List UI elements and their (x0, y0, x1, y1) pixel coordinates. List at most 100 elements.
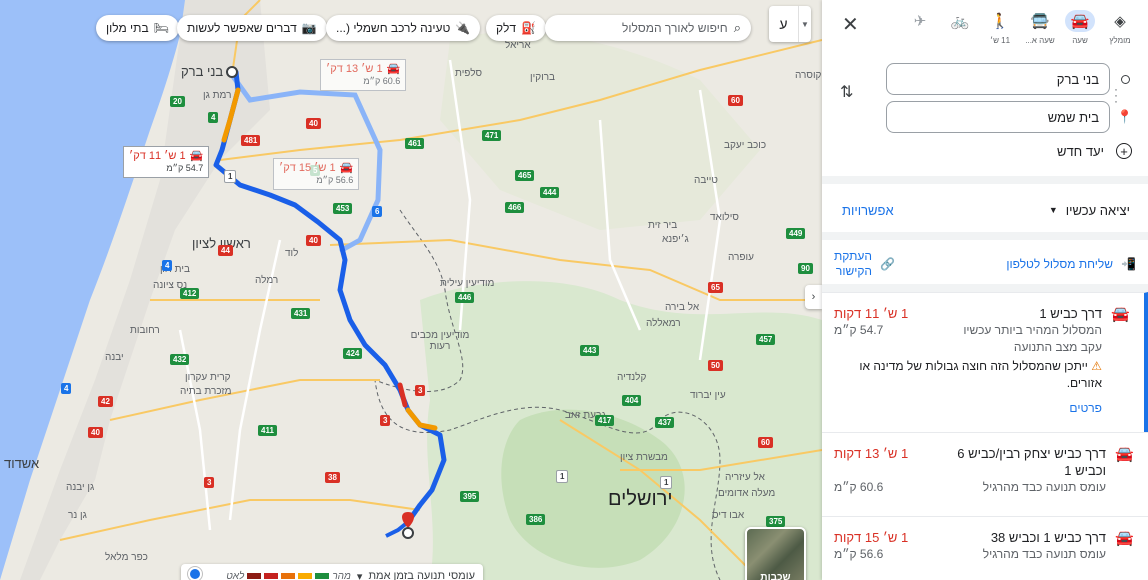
road-shield: 466 (505, 202, 525, 213)
traffic-swatch-yellow (298, 573, 313, 579)
route-subtitle: המסלול המהיר ביותר עכשיו עקב מצב התנועה (963, 323, 1102, 354)
close-directions-button[interactable]: ✕ (842, 12, 859, 37)
destination-input[interactable]: בית שמש (886, 101, 1110, 133)
place-kiryat-ekron: קרית עקרון (185, 372, 231, 383)
copy-link-line1: העתקת (834, 249, 873, 263)
road-shield: 20 (170, 96, 185, 107)
place-gan-yavne: גן יבנה (66, 482, 95, 493)
add-destination-label: יעד חדש (1056, 143, 1104, 159)
place-kfar-saba: קוסרה (795, 70, 822, 81)
close-icon: ✕ (842, 14, 859, 36)
traffic-layer-bar[interactable]: עומסי תנועה בזמן אמת ▾ מהר לאט (181, 564, 483, 580)
road-shield: 443 (580, 345, 600, 356)
place-gan-ner: גן נר (68, 510, 87, 521)
place-lod: לוד (285, 248, 299, 259)
road-shield: 1 (556, 470, 569, 483)
camera-icon: 📷 (301, 21, 317, 35)
mode-walking[interactable]: 🚶 11 ש׳ (980, 10, 1020, 45)
add-destination-button[interactable]: + יעד חדש (1057, 143, 1132, 159)
callout-distance: 60.6 ק״מ (363, 76, 401, 86)
traffic-swatch-orange (281, 573, 296, 579)
traffic-fast-label: מהר (332, 570, 351, 580)
mode-driving[interactable]: 🚘 שעה (1060, 10, 1100, 45)
route-options-button[interactable]: אפשרויות (842, 203, 894, 218)
layers-button[interactable]: שכבות (745, 527, 806, 580)
directions-diamond-icon: ◈ (1114, 13, 1126, 30)
copy-link-button[interactable]: 🔗 העתקת הקישור (834, 249, 895, 279)
bike-icon: 🚲 (950, 13, 970, 30)
chip-things-to-do[interactable]: 📷 דברים שאפשר לעשות (177, 15, 327, 41)
road-shield: 4 (162, 260, 173, 271)
route-option[interactable]: 🚘 דרך כביש 1 1 ש׳ 11 דקות המסלול המהיר ב… (822, 292, 1148, 432)
route-search-input[interactable]: ⌕ חיפוש לאורך המסלול (545, 15, 751, 41)
leave-now-dropdown[interactable]: יציאה עכשיו ▼ (1049, 203, 1130, 218)
road-shield: 60 (728, 95, 743, 106)
mode-recommended[interactable]: ◈ מומלץ (1100, 10, 1140, 45)
mode-flights[interactable]: ✈ (900, 10, 940, 32)
place-ramallah: רמאללה (646, 318, 681, 329)
road-shield: 44 (218, 245, 233, 256)
traffic-swatch-green (315, 573, 330, 579)
link-icon: 🔗 (880, 256, 895, 271)
chip-ev-charging[interactable]: 🔌 טעינה לרכב חשמלי (... (326, 15, 481, 41)
road-shield: 386 (526, 514, 546, 525)
road-shield: 481 (241, 135, 261, 146)
place-bnei-brak: בני ברק (181, 64, 224, 79)
route-subtitle: עומס תנועה כבד מהרגיל (982, 480, 1106, 494)
car-icon: 🚘 (386, 63, 401, 75)
road-shield: 395 (460, 491, 480, 502)
chevron-down-icon: ▼ (801, 19, 809, 29)
mode-label: 11 ש׳ (989, 36, 1011, 45)
route-distance: 60.6 ק״מ (834, 480, 884, 494)
origin-input[interactable]: בני ברק (886, 63, 1110, 95)
road-shield: 449 (786, 228, 806, 239)
place-ramat-gan: רמת גן (203, 90, 232, 101)
road-shield: 417 (595, 415, 615, 426)
place-bir-zeit: ביר זית (648, 220, 678, 231)
fuel-icon: ⛽ (520, 21, 536, 35)
route-time: 1 ש׳ 13 דקות (834, 446, 909, 461)
road-shield: 3 (415, 385, 426, 396)
divider (822, 284, 1148, 292)
route-option[interactable]: 🚘 דרך כביש 1 וכביש 38 1 ש׳ 15 דקות עומס … (822, 516, 1148, 580)
road-shield: 404 (622, 395, 642, 406)
map-canvas[interactable]: בני ברק רמת גן ראשון לציון ירושלים אשדוד… (0, 0, 822, 580)
traffic-swatch-darkred (247, 573, 262, 579)
collapse-panel-button[interactable]: › (805, 285, 822, 309)
route-option[interactable]: 🚘 דרך כביש יצחק רבין/כביש 6 וכביש 1 1 ש׳… (822, 432, 1148, 516)
dropdown-arrow-icon: ▼ (1048, 205, 1058, 215)
route-time: 1 ש׳ 15 דקות (834, 530, 909, 545)
send-to-phone-button[interactable]: 📲 שליחת מסלול לטלפון (1006, 257, 1136, 271)
mode-label: שעה א... (1025, 36, 1055, 45)
departure-options-row: יציאה עכשיו ▼ אפשרויות (822, 190, 1148, 230)
chip-fuel[interactable]: ⛽ דלק (486, 15, 546, 41)
route-callout-alt-38[interactable]: 🚘 1 ש׳ 15 דק׳ 56.6 ק״מ (273, 158, 360, 190)
chip-hotels[interactable]: 🛏 בתי מלון (96, 15, 179, 41)
route-details-link[interactable]: פרטים (834, 400, 1102, 417)
place-bruqin: ברוקין (530, 72, 556, 83)
route-callout-alt-6[interactable]: 🚘 1 ש׳ 13 דק׳ 60.6 ק״מ (320, 59, 407, 91)
road-shield: 461 (405, 138, 425, 149)
mode-label: מומלץ (1109, 36, 1131, 45)
route-callout-fastest[interactable]: 🚘 1 ש׳ 11 דק׳ 54.7 ק״מ (123, 146, 210, 178)
road-shield: 375 (766, 516, 786, 527)
origin-circle-icon (1120, 74, 1130, 84)
mode-cycling[interactable]: 🚲 (940, 10, 980, 32)
swap-origin-destination-button[interactable]: ⇅ (840, 82, 853, 102)
chevron-down-icon[interactable]: ▾ (357, 570, 363, 580)
road-shield: 453 (333, 203, 353, 214)
place-al-bireh: אל בירה (665, 302, 700, 313)
callout-distance: 56.6 ק״מ (316, 175, 354, 185)
my-location-dot-icon[interactable] (188, 567, 202, 580)
road-shield: 40 (306, 118, 321, 129)
map-base-layer (0, 0, 822, 580)
language-toggle-button[interactable]: ע ▼ (769, 6, 811, 42)
place-izariya: אל עיזריה (725, 472, 765, 483)
road-shield: 3 (380, 415, 391, 426)
mode-transit[interactable]: 🚍 שעה א... (1020, 10, 1060, 45)
bus-icon: 🚍 (1030, 13, 1050, 30)
chip-label: בתי מלון (106, 21, 149, 35)
place-ariel: אריאל (505, 40, 531, 51)
traffic-label: עומסי תנועה בזמן אמת (368, 570, 475, 580)
chevron-right-icon: › (811, 291, 816, 303)
